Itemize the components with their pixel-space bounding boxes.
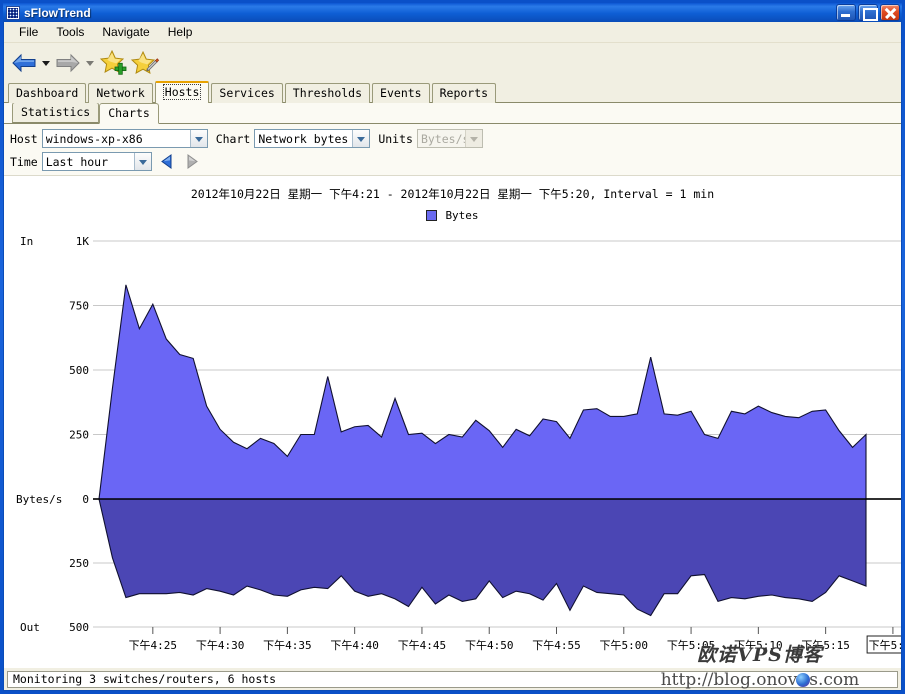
tab-label: Hosts (162, 84, 202, 100)
time-value: Last hour (45, 154, 109, 169)
tab-events[interactable]: Events (372, 83, 430, 103)
menu-item-navigate[interactable]: Navigate (93, 23, 158, 41)
forward-button (54, 49, 82, 77)
back-dropdown[interactable] (40, 49, 52, 77)
svg-text:下午4:35: 下午4:35 (263, 639, 312, 652)
tab-hosts[interactable]: Hosts (154, 81, 210, 103)
chart-value: Network bytes (258, 131, 349, 146)
tab-statistics[interactable]: Statistics (12, 102, 100, 123)
window-body: File Tools Navigate Help Dashboard Netwo… (3, 22, 902, 691)
svg-text:500: 500 (69, 364, 89, 377)
svg-text:下午4:45: 下午4:45 (398, 639, 447, 652)
tab-label: Dashboard (16, 86, 79, 100)
tab-thresholds[interactable]: Thresholds (284, 83, 371, 103)
chart-plot-area[interactable]: 1K 750 500 250 0 250 500 In Bytes/s Out 下午4:25 下午4:… (4, 231, 901, 668)
svg-text:Bytes/s: Bytes/s (16, 493, 62, 506)
time-select[interactable]: Last hour (41, 152, 152, 171)
forward-dropdown (84, 49, 96, 77)
legend-swatch-bytes (426, 210, 438, 221)
svg-text:下午5:05: 下午5:05 (667, 639, 716, 652)
secondary-tab-bar: Statistics Charts (4, 102, 901, 124)
next-period-button (183, 153, 200, 170)
forward-arrow-icon (56, 53, 80, 72)
tab-label: Thresholds (292, 86, 363, 100)
chevron-down-icon[interactable] (352, 130, 370, 147)
svg-text:In: In (20, 235, 33, 248)
left-triangle-icon (160, 154, 172, 169)
app-grid-icon (6, 5, 20, 20)
chevron-down-icon[interactable] (189, 130, 207, 147)
svg-text:下午5:15: 下午5:15 (801, 639, 850, 652)
menu-item-tools[interactable]: Tools (47, 23, 93, 41)
status-text: Monitoring 3 switches/routers, 6 hosts (7, 670, 898, 688)
host-label: Host (10, 131, 38, 146)
back-arrow-icon (12, 53, 36, 72)
edit-favorite-button[interactable] (130, 48, 160, 78)
chart-panel[interactable]: 2012年10月22日 星期一 下午4:21 - 2012年10月22日 星期一… (4, 175, 901, 668)
menu-item-help[interactable]: Help (159, 23, 202, 41)
tab-label: Reports (439, 86, 489, 100)
toolbar (4, 43, 901, 82)
back-button[interactable] (10, 49, 38, 77)
selector-panel: Host windows-xp-x86 Chart Network bytes … (4, 124, 901, 175)
svg-text:1K: 1K (76, 235, 90, 248)
window-title: sFlowTrend (24, 5, 91, 20)
tab-label: Network (96, 86, 145, 100)
units-label: Units (378, 131, 413, 146)
tab-dashboard[interactable]: Dashboard (8, 83, 87, 103)
host-value: windows-xp-x86 (45, 131, 143, 146)
svg-text:250: 250 (69, 557, 89, 570)
legend-label-bytes: Bytes (445, 209, 479, 222)
chart-title: 2012年10月22日 星期一 下午4:21 - 2012年10月22日 星期一… (190, 187, 715, 201)
svg-text:下午4:25: 下午4:25 (129, 639, 178, 652)
units-value: Bytes/s (420, 131, 465, 146)
star-pencil-icon (130, 50, 160, 74)
svg-text:下午5:10: 下午5:10 (734, 639, 783, 652)
previous-period-button[interactable] (159, 153, 176, 170)
title-bar: sFlowTrend (3, 3, 902, 22)
tab-reports[interactable]: Reports (431, 83, 497, 103)
tab-network[interactable]: Network (88, 83, 153, 103)
chevron-down-icon (464, 130, 482, 147)
window-controls (836, 4, 902, 21)
menu-bar: File Tools Navigate Help (4, 22, 901, 43)
right-triangle-icon (187, 154, 198, 169)
add-favorite-button[interactable] (98, 48, 128, 78)
chart-legend: Bytes (4, 209, 901, 222)
svg-text:下午5:20: 下午5:20 (869, 639, 901, 652)
svg-text:下午4:50: 下午4:50 (465, 639, 514, 652)
menu-item-file[interactable]: File (10, 23, 47, 41)
svg-text:750: 750 (69, 300, 89, 313)
tab-label: Events (380, 86, 422, 100)
application-window: sFlowTrend File Tools Navigate Help Dash… (0, 0, 905, 694)
maximize-button[interactable] (858, 4, 878, 21)
tab-label: Services (219, 86, 275, 100)
time-label: Time (10, 154, 38, 169)
selector-row-2: Time Last hour (10, 150, 901, 173)
close-button[interactable] (880, 4, 900, 21)
svg-text:下午4:30: 下午4:30 (196, 639, 245, 652)
tab-charts[interactable]: Charts (99, 103, 159, 124)
svg-text:500: 500 (69, 621, 89, 634)
selector-row-1: Host windows-xp-x86 Chart Network bytes … (10, 127, 901, 150)
tab-services[interactable]: Services (211, 83, 283, 103)
svg-text:下午4:55: 下午4:55 (532, 639, 581, 652)
svg-text:下午5:00: 下午5:00 (600, 639, 649, 652)
minimize-button[interactable] (836, 4, 856, 21)
primary-tab-bar: Dashboard Network Hosts Services Thresho… (4, 81, 901, 103)
status-bar: Monitoring 3 switches/routers, 6 hosts (4, 668, 901, 690)
svg-text:250: 250 (69, 429, 89, 442)
units-select: Bytes/s (416, 129, 483, 148)
star-plus-icon (99, 49, 127, 75)
svg-text:下午4:40: 下午4:40 (330, 639, 379, 652)
chart-select[interactable]: Network bytes (254, 129, 371, 148)
chart-label: Chart (215, 131, 251, 146)
chevron-down-icon[interactable] (133, 153, 151, 170)
host-select[interactable]: windows-xp-x86 (41, 129, 208, 148)
svg-text:0: 0 (82, 493, 89, 506)
svg-text:Out: Out (20, 621, 40, 634)
